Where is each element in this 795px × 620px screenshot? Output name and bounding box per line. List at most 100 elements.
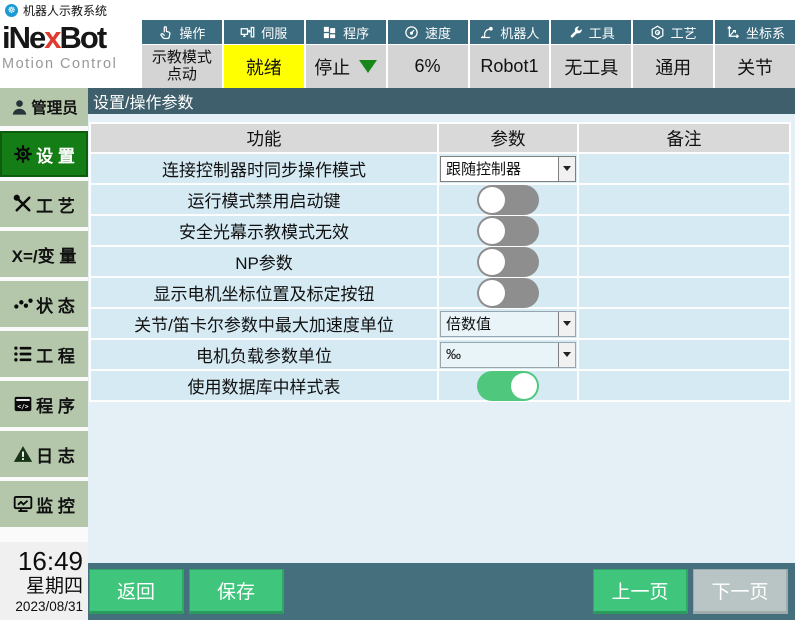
- tool-name: 无工具: [551, 45, 632, 88]
- col-header-note: 备注: [579, 124, 789, 152]
- sidebar-item-variables[interactable]: X=/变 量: [0, 231, 88, 277]
- sidebar-item-label: 程 序: [36, 396, 75, 416]
- toolbar-head-servo: 伺服: [223, 20, 304, 44]
- sidebar-item-label: 状 态: [36, 296, 75, 316]
- motor-load-unit-select[interactable]: ‰: [440, 341, 576, 368]
- status-toolbar: 操作 示教模式 点动 伺服 就绪 程序 停止 速度 6% 机器人 Robot1 …: [140, 20, 795, 88]
- chevron-down-icon: [563, 352, 571, 357]
- toggle-knob: [479, 248, 505, 275]
- setting-note: [579, 278, 789, 307]
- next-page-button[interactable]: 下一页: [693, 569, 788, 614]
- sidebar-item-monitor[interactable]: 监 控: [0, 481, 88, 527]
- sidebar-item-label: X=/变 量: [11, 246, 77, 266]
- setting-note: [579, 340, 789, 369]
- clock-date: 2023/08/31: [15, 599, 83, 615]
- toolbar-head-label: 工艺: [670, 25, 697, 41]
- toolbar-head-label: 操作: [179, 25, 206, 41]
- servo-icon: [240, 26, 255, 37]
- select-arrow-button[interactable]: [558, 342, 575, 367]
- toolbar-head-craft: 工艺: [633, 20, 714, 44]
- save-button[interactable]: 保存: [189, 569, 284, 614]
- toolbar-head-label: 伺服: [261, 25, 288, 41]
- setting-note: [579, 216, 789, 245]
- sidebar-item-project[interactable]: 工 程: [0, 331, 88, 377]
- sidebar-item-label: 工 程: [36, 346, 75, 366]
- teach-pendant-app: ☸ 机器人示教系统 iNexBot Motion Control 操作 示教模式…: [0, 0, 795, 620]
- toolbar-group-coord[interactable]: 坐标系 关节: [713, 20, 795, 88]
- toolbar-group-robot[interactable]: 机器人 Robot1: [467, 20, 550, 88]
- toolbar-head-label: 工具: [588, 25, 615, 41]
- setting-note: [579, 371, 789, 400]
- window-titlebar: ☸ 机器人示教系统: [0, 0, 795, 20]
- disable-start-key-toggle[interactable]: [477, 184, 539, 215]
- sidebar-item-label: 工 艺: [36, 196, 75, 216]
- setting-note: [579, 309, 789, 338]
- body: 管理员 设 置 工 艺 X=/变 量 状 态 工 程 </> 程 序 日 志 监…: [0, 88, 795, 620]
- sidebar-item-program[interactable]: </> 程 序: [0, 381, 88, 427]
- toolbar-head-coord: 坐标系: [715, 20, 795, 44]
- sidebar-item-label: 设 置: [36, 146, 75, 166]
- toolbar-group-craft[interactable]: 工艺 通用: [631, 20, 714, 88]
- toolbar-head-label: 机器人: [500, 25, 540, 41]
- setting-note: [579, 185, 789, 214]
- topbar: iNexBot Motion Control 操作 示教模式 点动 伺服 就绪 …: [0, 20, 795, 88]
- toolbar-group-tool[interactable]: 工具 无工具: [549, 20, 632, 88]
- coord-mode: 关节: [715, 45, 795, 88]
- clock-time: 16:49: [17, 546, 83, 577]
- sidebar-item-log[interactable]: 日 志: [0, 431, 88, 477]
- window-title: 机器人示教系统: [23, 3, 108, 18]
- toggle-knob: [511, 372, 537, 399]
- table-row: 显示电机坐标位置及标定按钮: [91, 277, 789, 308]
- chevron-down-icon: [563, 321, 571, 326]
- toolbar-group-operate[interactable]: 操作 示教模式 点动: [140, 20, 222, 88]
- select-arrow-button[interactable]: [558, 311, 575, 336]
- accel-unit-select[interactable]: 倍数值: [440, 310, 576, 337]
- setting-label: 运行模式禁用启动键: [91, 185, 437, 214]
- brand-name: iNexBot: [2, 20, 107, 55]
- np-param-toggle[interactable]: [477, 246, 539, 277]
- hexagon-icon: [651, 25, 664, 39]
- sidebar-item-status[interactable]: 状 态: [0, 281, 88, 327]
- sidebar-item-settings[interactable]: 设 置: [0, 131, 88, 177]
- stylesheet-db-toggle[interactable]: [477, 370, 539, 401]
- user-icon: [13, 99, 27, 115]
- crossed-tools-icon: [13, 194, 31, 212]
- clock-panel: 16:49 星期四 2023/08/31: [0, 542, 88, 620]
- craft-mode: 通用: [633, 45, 714, 88]
- select-arrow-button[interactable]: [558, 156, 575, 181]
- toggle-knob: [479, 186, 505, 213]
- toolbar-head-tool: 工具: [551, 20, 632, 44]
- setting-note: [579, 154, 789, 183]
- axes-icon: [727, 25, 740, 38]
- sidebar-item-craft[interactable]: 工 艺: [0, 181, 88, 227]
- sync-mode-select[interactable]: 跟随控制器: [440, 155, 576, 182]
- monitor-icon: [13, 496, 33, 512]
- table-header-row: 功能 参数 备注: [91, 124, 789, 152]
- code-window-icon: </>: [14, 396, 32, 412]
- toolbar-head-robot: 机器人: [469, 20, 550, 44]
- setting-label: 关节/笛卡尔参数中最大加速度单位: [91, 309, 437, 338]
- toolbar-group-speed[interactable]: 速度 6%: [385, 20, 468, 88]
- toolbar-value-operate: 示教模式 点动: [142, 45, 222, 88]
- servo-status-badge: 就绪: [223, 45, 304, 88]
- table-row: 使用数据库中样式表: [91, 370, 789, 401]
- setting-label: 使用数据库中样式表: [91, 371, 437, 400]
- prev-page-button[interactable]: 上一页: [593, 569, 688, 614]
- light-curtain-toggle[interactable]: [477, 215, 539, 246]
- back-button[interactable]: 返回: [89, 569, 184, 614]
- robot-name: Robot1: [469, 45, 550, 88]
- settings-table: 功能 参数 备注 连接控制器时同步操作模式 跟随控制器 运行模式禁用启动键 安全…: [89, 122, 791, 402]
- settings-content: 功能 参数 备注 连接控制器时同步操作模式 跟随控制器 运行模式禁用启动键 安全…: [88, 114, 795, 563]
- setting-note: [579, 247, 789, 276]
- toolbar-group-servo[interactable]: 伺服 就绪: [221, 20, 304, 88]
- toggle-knob: [479, 279, 505, 306]
- toolbar-group-program[interactable]: 程序 停止: [303, 20, 386, 88]
- user-role-button[interactable]: 管理员: [0, 88, 88, 126]
- toolbar-head-speed: 速度: [387, 20, 468, 44]
- warning-icon: [13, 446, 33, 462]
- clock-weekday: 星期四: [25, 575, 83, 597]
- footer-bar: 返回 保存 上一页 下一页: [88, 563, 795, 620]
- dropdown-arrow-icon: [359, 60, 378, 73]
- select-value: 跟随控制器: [446, 161, 522, 178]
- motor-coord-toggle[interactable]: [477, 277, 539, 308]
